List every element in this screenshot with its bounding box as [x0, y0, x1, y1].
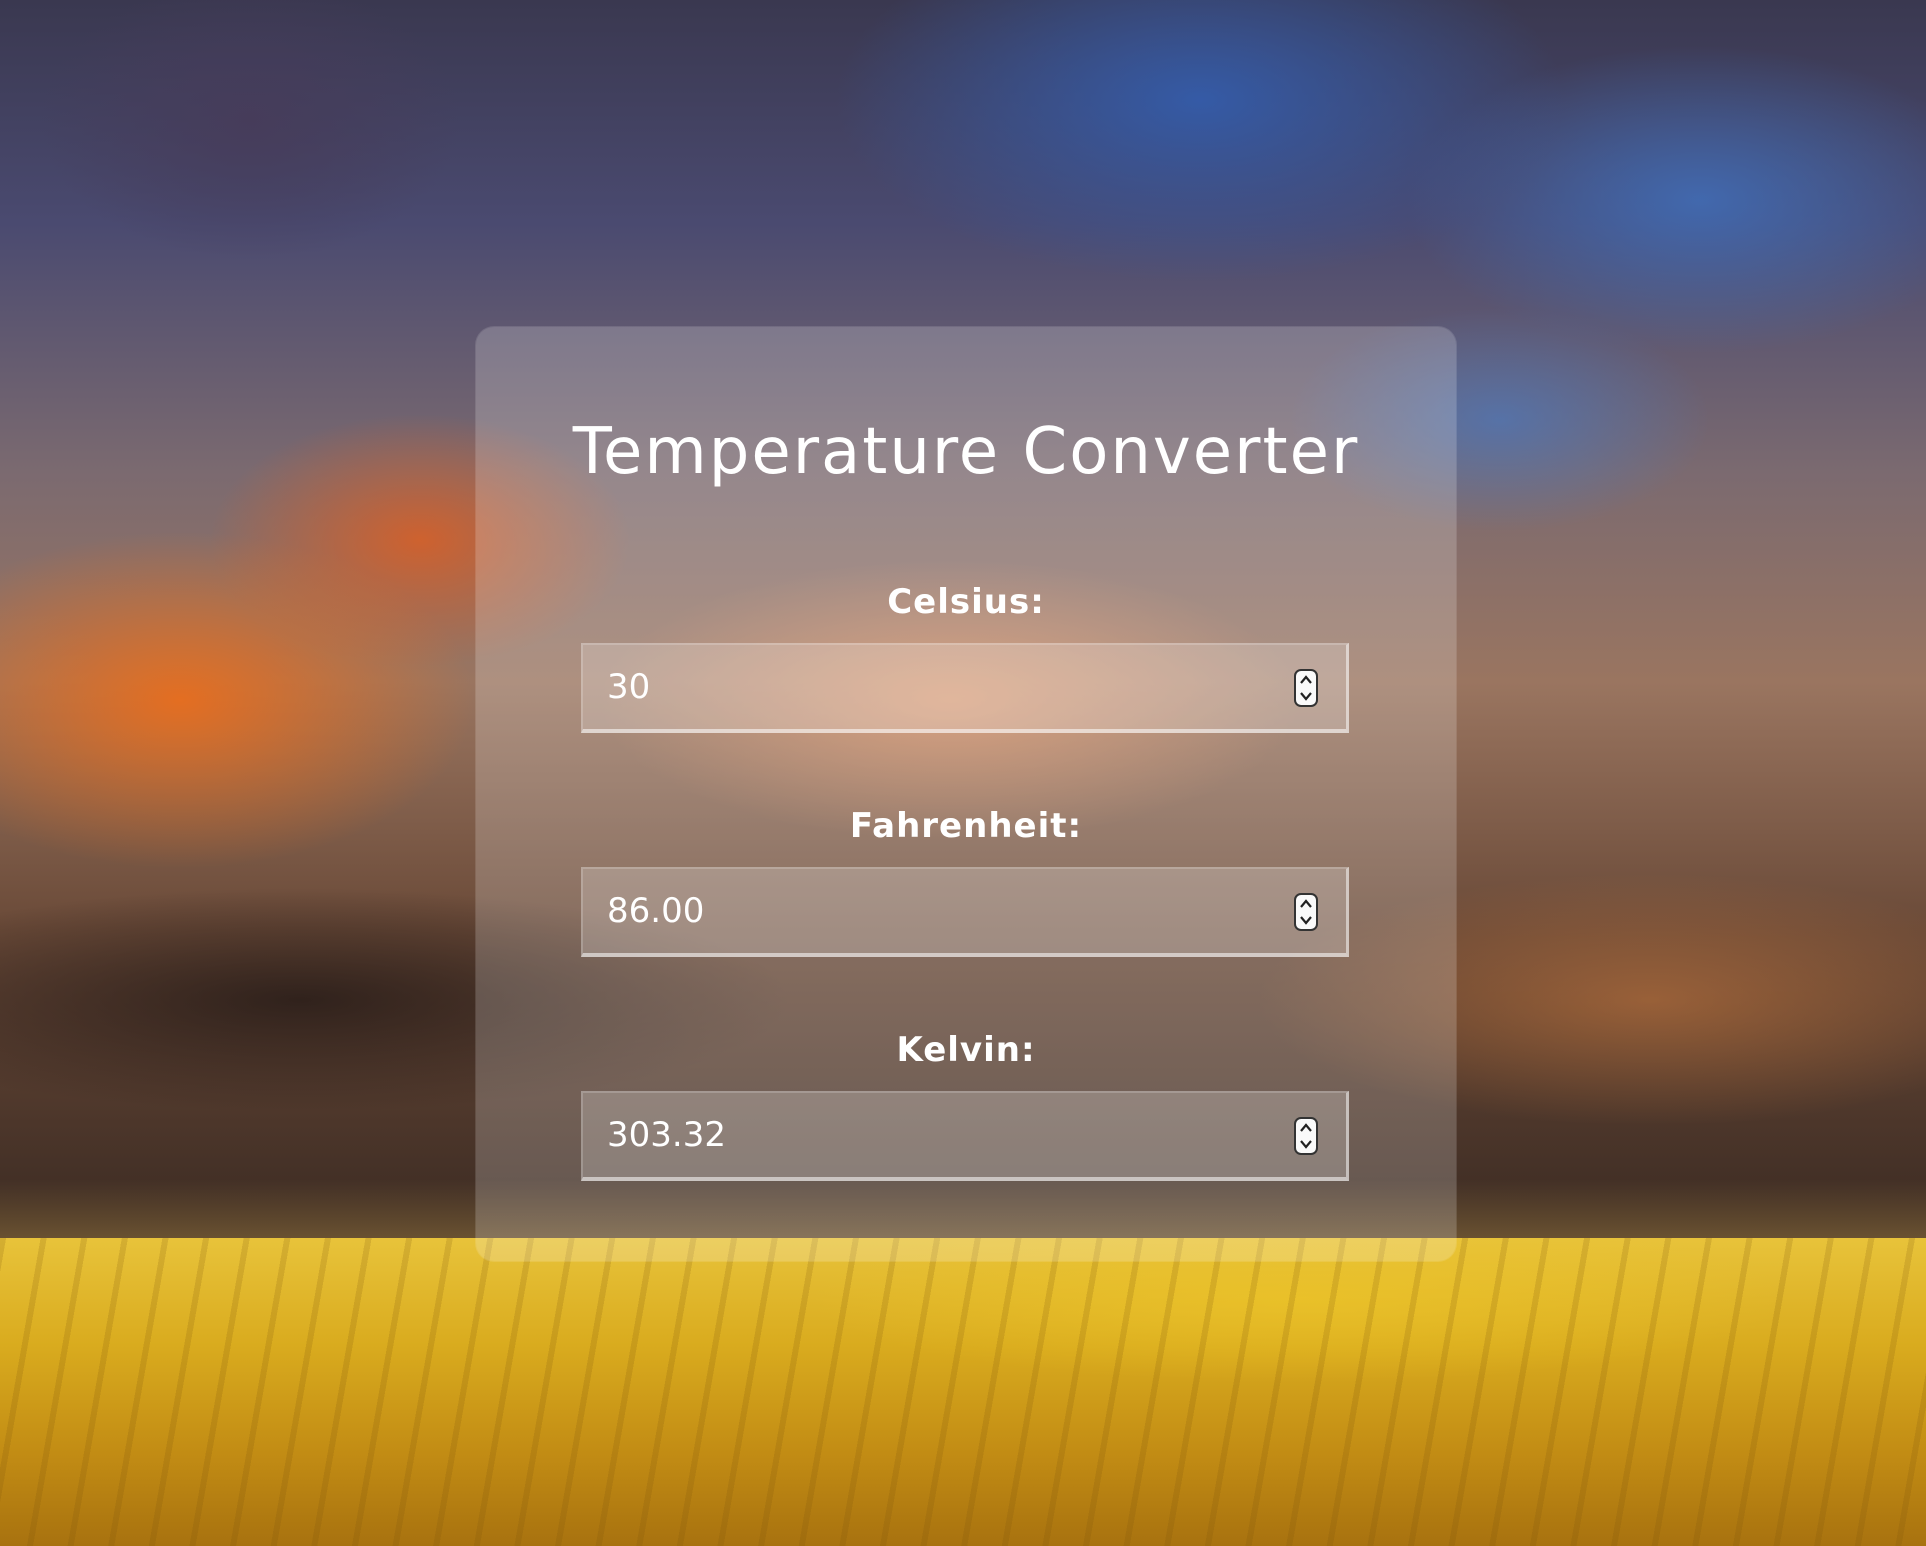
chevron-up-icon[interactable]: [1296, 1119, 1316, 1136]
converter-card: Temperature Converter Celsius: 30 Fahren…: [476, 327, 1456, 1261]
chevron-up-icon[interactable]: [1296, 895, 1316, 912]
wheat-field-background: [0, 1238, 1926, 1546]
celsius-value: 30: [607, 667, 651, 707]
kelvin-value: 303.32: [607, 1115, 726, 1155]
celsius-label: Celsius:: [887, 582, 1045, 622]
celsius-spinner[interactable]: [1294, 669, 1318, 707]
kelvin-spinner[interactable]: [1294, 1117, 1318, 1155]
fahrenheit-value: 86.00: [607, 891, 705, 931]
chevron-down-icon[interactable]: [1296, 912, 1316, 929]
page-title: Temperature Converter: [572, 415, 1360, 489]
kelvin-label: Kelvin:: [896, 1030, 1036, 1070]
chevron-down-icon[interactable]: [1296, 1136, 1316, 1153]
chevron-down-icon[interactable]: [1296, 688, 1316, 705]
fahrenheit-label: Fahrenheit:: [849, 806, 1083, 846]
kelvin-input[interactable]: 303.32: [581, 1091, 1349, 1181]
fahrenheit-input[interactable]: 86.00: [581, 867, 1349, 957]
celsius-input[interactable]: 30: [581, 643, 1349, 733]
fahrenheit-spinner[interactable]: [1294, 893, 1318, 931]
chevron-up-icon[interactable]: [1296, 671, 1316, 688]
